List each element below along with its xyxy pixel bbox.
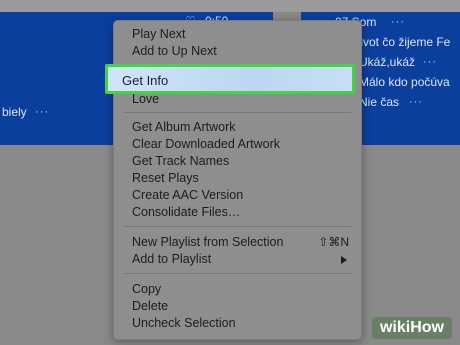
track-title: Život čo žijeme Fe	[353, 35, 451, 49]
more-icon[interactable]: ···	[409, 96, 423, 108]
shortcut-label: ⇧⌘N	[318, 235, 349, 249]
menu-item-consolidate-files[interactable]: Consolidate Files…	[132, 204, 240, 221]
menu-item-get-album-artwork[interactable]: Get Album Artwork	[132, 119, 236, 136]
track-artist-fragment: biely	[2, 105, 27, 119]
more-icon[interactable]: ···	[391, 16, 405, 28]
more-icon[interactable]: ···	[35, 106, 49, 118]
background-header-strip	[0, 0, 460, 12]
menu-separator	[124, 226, 351, 227]
menu-item-create-aac-version[interactable]: Create AAC Version	[132, 187, 243, 204]
menu-separator	[124, 112, 351, 113]
menu-item-clear-downloaded-artwork[interactable]: Clear Downloaded Artwork	[132, 136, 280, 153]
menu-item-reset-plays[interactable]: Reset Plays	[132, 170, 199, 187]
menu-item-copy[interactable]: Copy	[132, 281, 161, 298]
menu-item-play-next[interactable]: Play Next	[132, 26, 186, 43]
submenu-arrow-icon	[341, 256, 347, 264]
more-icon[interactable]: ···	[423, 56, 437, 68]
menu-item-add-to-playlist[interactable]: Add to Playlist	[132, 251, 211, 268]
menu-item-delete[interactable]: Delete	[132, 298, 168, 315]
menu-item-get-info[interactable]: Get Info	[105, 64, 355, 94]
track-title: Málo kdo počúva	[359, 75, 450, 89]
menu-item-add-to-up-next[interactable]: Add to Up Next	[132, 43, 217, 60]
menu-item-uncheck-selection[interactable]: Uncheck Selection	[132, 315, 236, 332]
menu-item-get-info-label: Get Info	[122, 73, 169, 88]
track-title: Nie čas	[359, 95, 400, 109]
track-title: Ukáž,ukáž	[359, 55, 416, 69]
menu-item-new-playlist-from-selection[interactable]: New Playlist from Selection	[132, 234, 283, 251]
wikihow-watermark: wikiHow	[371, 317, 452, 339]
menu-separator	[124, 273, 351, 274]
menu-item-get-track-names[interactable]: Get Track Names	[132, 153, 229, 170]
